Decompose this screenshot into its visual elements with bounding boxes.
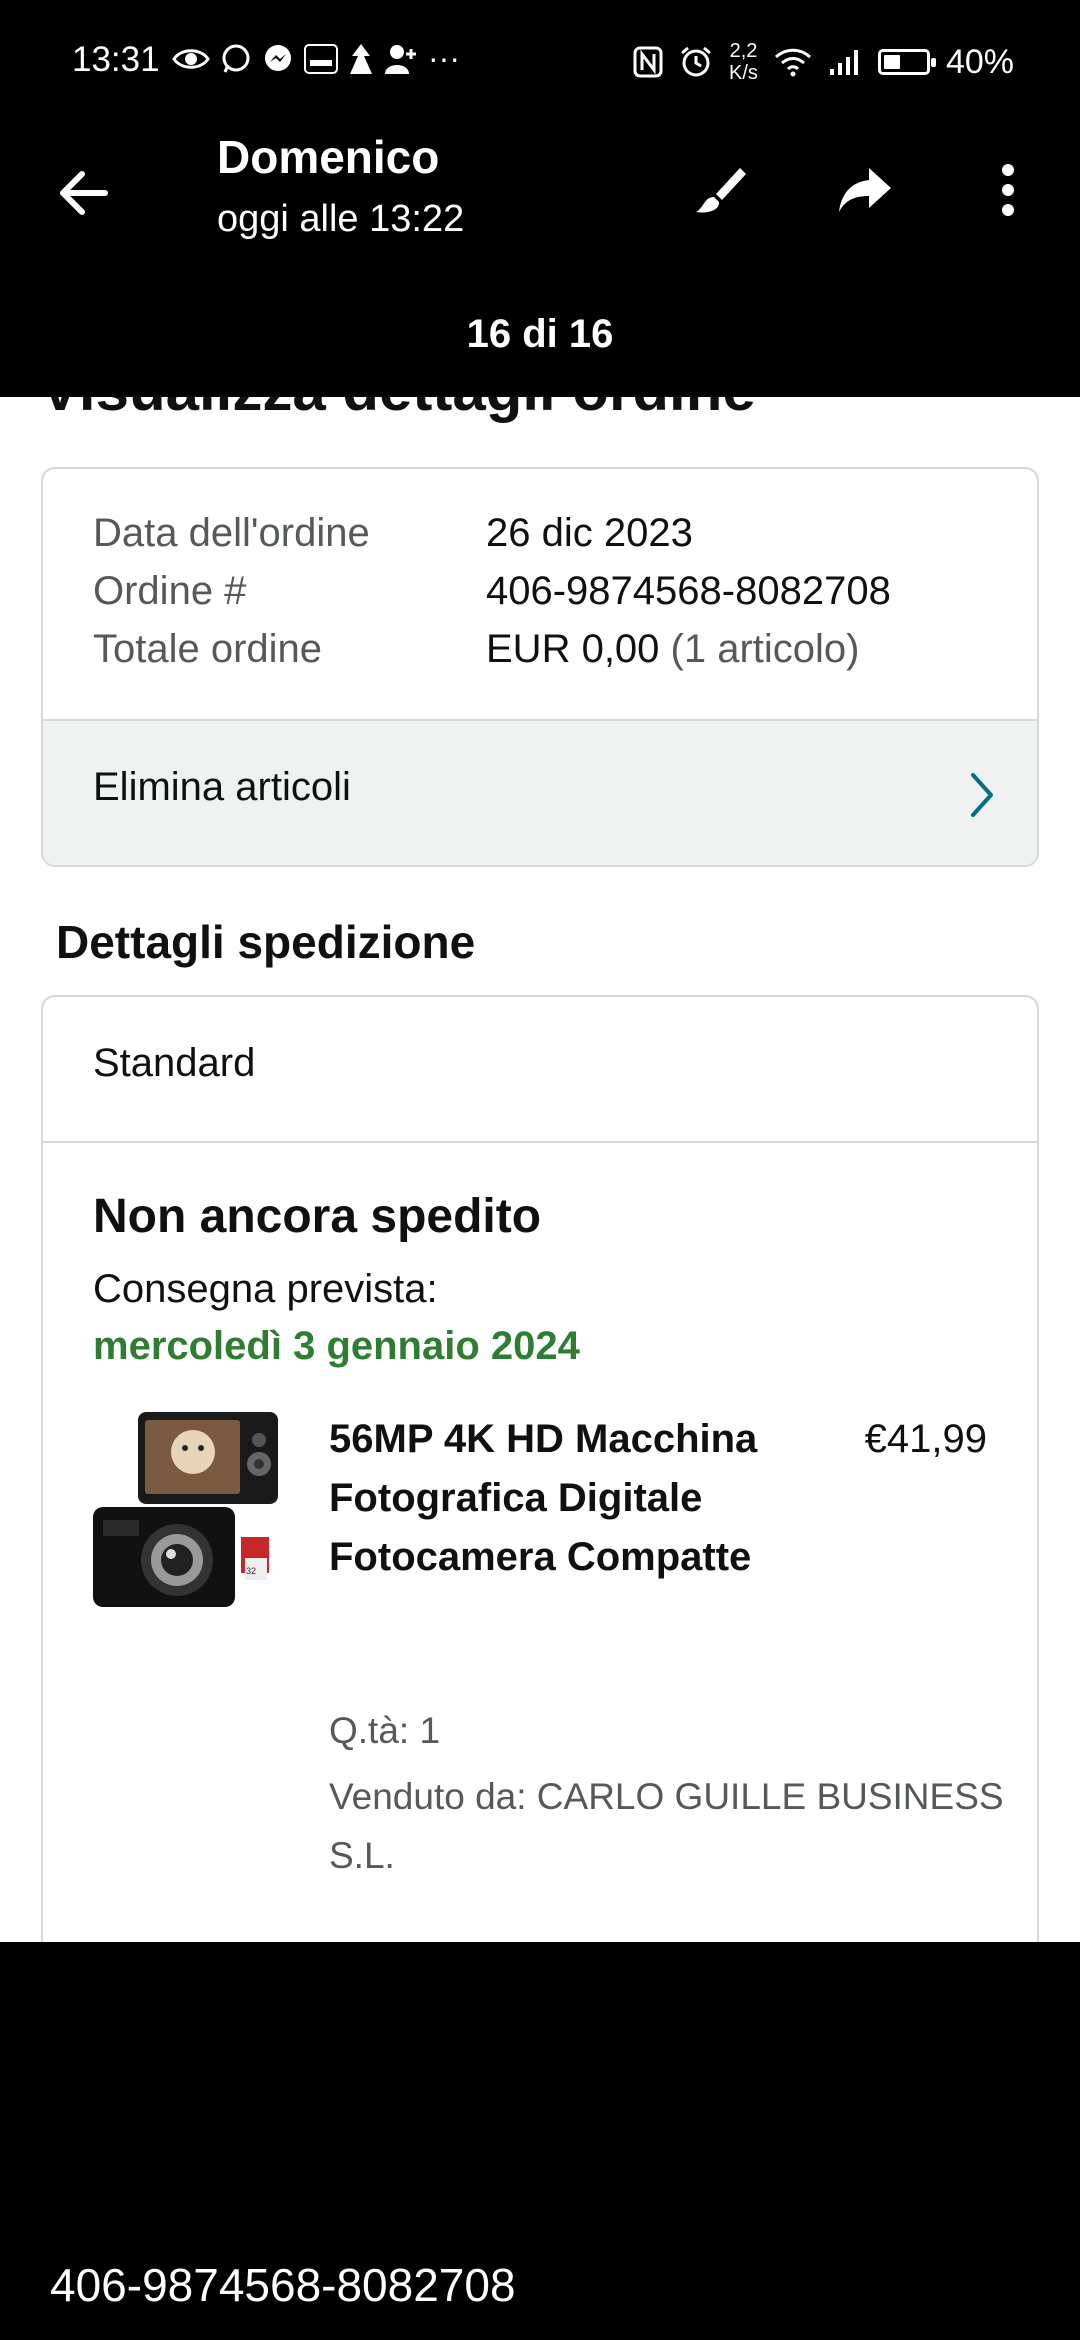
notification-icons: ···: [172, 40, 460, 77]
order-total-label: Totale ordine: [93, 627, 323, 671]
product-image[interactable]: 32: [93, 1412, 283, 1612]
order-date-value: 26 dic 2023: [486, 511, 693, 555]
edit-brush-icon: [696, 168, 746, 213]
product-seller: Venduto da: CARLO GUILLE BUSINESS S.L.: [329, 1776, 1004, 1876]
chevron-right-icon: [971, 773, 993, 817]
shipping-section-title: Dettagli spedizione: [56, 916, 476, 968]
alarm-icon: [681, 46, 711, 77]
messenger-icon: [265, 44, 291, 71]
product-title[interactable]: 56MP 4K HD Macchina Fotografica Digitale…: [329, 1410, 769, 1587]
divider: [43, 1141, 1037, 1143]
delivery-label: Consegna prevista:: [93, 1267, 438, 1311]
app-icon: [350, 43, 372, 74]
order-number-value: 406-9874568-8082708: [486, 569, 891, 613]
image-counter: 16 di 16: [466, 312, 614, 356]
delete-items-row[interactable]: Elimina articoli: [43, 719, 1037, 865]
order-number-row: Ordine # 406-9874568-8082708: [93, 569, 891, 614]
svg-text:32: 32: [246, 1566, 256, 1576]
share-icon: [839, 168, 891, 212]
signal-icon: [829, 50, 858, 75]
message-time: oggi alle 13:22: [217, 198, 465, 240]
arrow-left-icon: [60, 171, 108, 215]
more-vert-icon: [1002, 164, 1014, 216]
order-summary-card: Data dell'ordine 26 dic 2023 Ordine # 40…: [41, 467, 1039, 867]
order-total-value: EUR 0,00: [486, 627, 660, 671]
order-date-label: Data dell'ordine: [93, 511, 370, 555]
product-quantity: Q.tà: 1: [329, 1710, 441, 1751]
network-speed: 2,2 K/s: [729, 40, 758, 84]
wifi-icon: [774, 48, 811, 77]
delivery-date: mercoledì 3 gennaio 2024: [93, 1324, 580, 1368]
back-button[interactable]: [50, 158, 120, 228]
status-time: 13:31: [72, 40, 160, 79]
shipping-method: Standard: [93, 1041, 256, 1085]
nfc-icon: [633, 46, 663, 78]
message-caption: 406-9874568-8082708: [50, 2259, 516, 2311]
order-date-row: Data dell'ordine 26 dic 2023: [93, 511, 693, 556]
share-button[interactable]: [825, 150, 905, 230]
eye-icon: [172, 48, 210, 69]
temu-icon: [304, 43, 338, 74]
battery-icon: [877, 49, 936, 75]
whatsapp-icon: [222, 44, 250, 73]
page-title: Visualizza dettagli ordine: [40, 397, 756, 424]
shipping-status: Non ancora spedito: [93, 1190, 542, 1243]
order-number-label: Ordine #: [93, 569, 247, 613]
more-options-button[interactable]: [968, 150, 1048, 230]
order-item-count: (1 articolo): [670, 627, 860, 671]
shipping-card: Standard Non ancora spedito Consegna pre…: [41, 995, 1039, 1942]
battery-percent: 40%: [945, 42, 1014, 81]
edit-button[interactable]: [680, 150, 760, 230]
order-total-row: Totale ordine EUR 0,00 (1 articolo): [93, 627, 860, 672]
status-bar: 13:31 ··· 2,2 K/s 40%: [0, 0, 1080, 120]
product-price: €41,99: [864, 1417, 987, 1461]
sender-name: Domenico: [217, 131, 440, 183]
delete-items-label: Elimina articoli: [93, 765, 351, 809]
contact-add-icon: [385, 44, 416, 74]
shared-image[interactable]: Visualizza dettagli ordine Data dell'ord…: [0, 397, 1080, 1942]
more-notifications: ···: [428, 40, 460, 76]
battery-level: [883, 55, 900, 69]
system-icons: 2,2 K/s 40%: [633, 40, 1014, 84]
